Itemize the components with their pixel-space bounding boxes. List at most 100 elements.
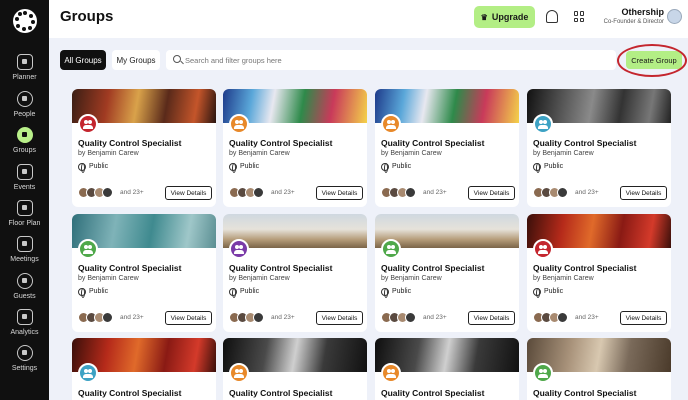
- member-avatars: [533, 312, 571, 324]
- guests-icon: [16, 273, 33, 289]
- globe-icon: [78, 163, 86, 173]
- member-avatars: [229, 312, 267, 324]
- member-avatars: [533, 187, 571, 199]
- highlight-annotation: [617, 44, 687, 77]
- avatar[interactable]: [667, 9, 682, 24]
- sidebar-item-label: Guests: [13, 293, 36, 300]
- member-avatars: [78, 187, 116, 199]
- globe-icon: [533, 288, 541, 298]
- sidebar-item-people[interactable]: People: [0, 91, 49, 131]
- card-title: Quality Control Specialist: [229, 138, 333, 148]
- group-icon: [381, 114, 401, 134]
- sidebar-item-label: Analytics: [10, 329, 39, 336]
- globe-icon: [229, 288, 237, 298]
- sidebar-item-meetings[interactable]: Meetings: [0, 236, 49, 276]
- group-icon: [78, 363, 98, 383]
- floor-plan-icon: [16, 200, 33, 216]
- card-author: by Benjamin Carew: [229, 150, 290, 157]
- sidebar-item-label: Groups: [13, 147, 36, 154]
- search-input[interactable]: [185, 50, 605, 70]
- sidebar-item-groups[interactable]: Groups: [0, 127, 49, 167]
- tab-my-groups[interactable]: My Groups: [112, 50, 160, 70]
- bell-icon[interactable]: [546, 10, 558, 23]
- card-author: by Benjamin Carew: [78, 150, 139, 157]
- search-box[interactable]: [166, 50, 616, 70]
- group-card[interactable]: Quality Control Specialist: [375, 338, 519, 400]
- groups-icon: [16, 127, 33, 143]
- globe-icon: [78, 288, 86, 298]
- card-member-count: and 23+: [575, 314, 599, 321]
- card-member-count: and 23+: [120, 189, 144, 196]
- card-visibility: Public: [240, 288, 260, 295]
- card-author: by Benjamin Carew: [78, 275, 139, 282]
- group-card[interactable]: Quality Control Specialist by Benjamin C…: [527, 214, 671, 332]
- card-member-count: and 23+: [271, 189, 295, 196]
- sidebar-item-events[interactable]: Events: [0, 164, 49, 204]
- group-icon: [229, 114, 249, 134]
- card-visibility: Public: [240, 163, 260, 170]
- group-card[interactable]: Quality Control Specialist: [223, 338, 367, 400]
- apps-grid-icon[interactable]: [574, 11, 585, 22]
- group-card[interactable]: Quality Control Specialist by Benjamin C…: [375, 89, 519, 207]
- view-details-button[interactable]: View Details: [468, 311, 515, 325]
- card-member-count: and 23+: [120, 314, 144, 321]
- meetings-icon: [16, 236, 33, 252]
- group-icon: [381, 363, 401, 383]
- people-icon: [16, 91, 33, 107]
- card-title: Quality Control Specialist: [78, 388, 182, 398]
- group-card[interactable]: Quality Control Specialist by Benjamin C…: [72, 214, 216, 332]
- sidebar-item-floor-plan[interactable]: Floor Plan: [0, 200, 49, 240]
- sidebar-item-label: People: [13, 111, 36, 118]
- group-card[interactable]: Quality Control Specialist by Benjamin C…: [527, 89, 671, 207]
- card-title: Quality Control Specialist: [78, 138, 182, 148]
- view-details-button[interactable]: View Details: [468, 186, 515, 200]
- search-icon: [173, 55, 181, 63]
- card-title: Quality Control Specialist: [381, 388, 485, 398]
- group-card[interactable]: Quality Control Specialist: [72, 338, 216, 400]
- card-visibility: Public: [89, 288, 109, 295]
- card-author: by Benjamin Carew: [381, 150, 442, 157]
- sidebar-item-planner[interactable]: Planner: [0, 54, 49, 94]
- group-card[interactable]: Quality Control Specialist by Benjamin C…: [72, 89, 216, 207]
- sidebar-item-guests[interactable]: Guests: [0, 273, 49, 313]
- card-author: by Benjamin Carew: [533, 150, 594, 157]
- card-member-count: and 23+: [423, 314, 447, 321]
- planner-icon: [16, 54, 33, 70]
- globe-icon: [381, 288, 389, 298]
- view-details-button[interactable]: View Details: [316, 311, 363, 325]
- user-name[interactable]: Othership: [621, 7, 664, 17]
- member-avatars: [78, 312, 116, 324]
- crown-icon: ♛: [480, 12, 488, 22]
- view-details-button[interactable]: View Details: [620, 311, 667, 325]
- member-avatars: [229, 187, 267, 199]
- group-card[interactable]: Quality Control Specialist: [527, 338, 671, 400]
- group-card[interactable]: Quality Control Specialist by Benjamin C…: [223, 214, 367, 332]
- sidebar: Planner People Groups Events Floor Plan …: [0, 0, 49, 400]
- group-icon: [78, 239, 98, 259]
- upgrade-button[interactable]: ♛ Upgrade: [474, 6, 535, 28]
- app-logo[interactable]: [13, 9, 37, 33]
- globe-icon: [229, 163, 237, 173]
- view-details-button[interactable]: View Details: [620, 186, 667, 200]
- sidebar-item-label: Meetings: [10, 256, 39, 263]
- page-title: Groups: [60, 8, 114, 25]
- group-icon: [533, 114, 553, 134]
- sidebar-item-settings[interactable]: Settings: [0, 345, 49, 385]
- globe-icon: [381, 163, 389, 173]
- group-card[interactable]: Quality Control Specialist by Benjamin C…: [223, 89, 367, 207]
- view-details-button[interactable]: View Details: [165, 186, 212, 200]
- group-icon: [229, 239, 249, 259]
- card-title: Quality Control Specialist: [78, 263, 182, 273]
- view-details-button[interactable]: View Details: [165, 311, 212, 325]
- card-title: Quality Control Specialist: [229, 263, 333, 273]
- group-card[interactable]: Quality Control Specialist by Benjamin C…: [375, 214, 519, 332]
- member-avatars: [381, 187, 419, 199]
- card-member-count: and 23+: [423, 189, 447, 196]
- sidebar-item-analytics[interactable]: Analytics: [0, 309, 49, 349]
- card-title: Quality Control Specialist: [533, 263, 637, 273]
- card-visibility: Public: [544, 288, 564, 295]
- group-icon: [229, 363, 249, 383]
- tab-all-groups[interactable]: All Groups: [60, 50, 106, 70]
- view-details-button[interactable]: View Details: [316, 186, 363, 200]
- group-icon: [533, 363, 553, 383]
